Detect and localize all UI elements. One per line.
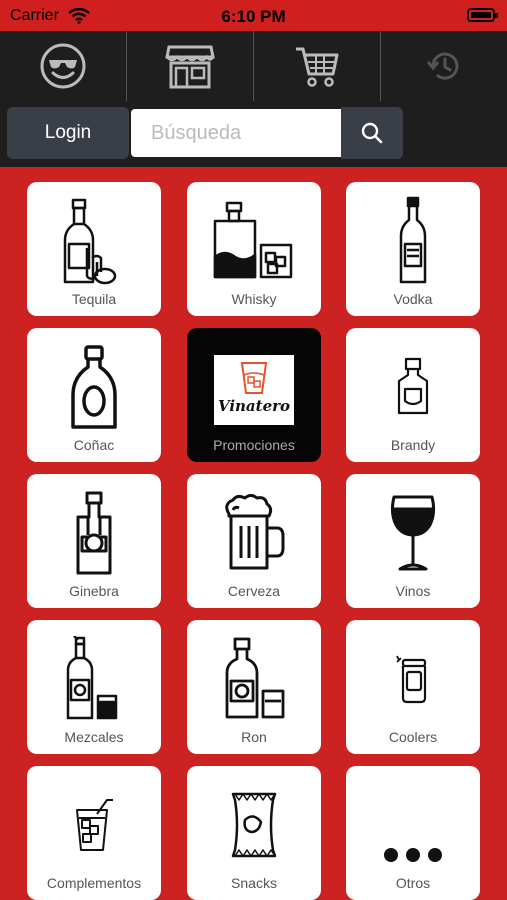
category-label: Coolers <box>388 729 438 745</box>
category-promociones[interactable]: Vinatero Promociones <box>187 328 321 462</box>
category-complementos[interactable]: Complementos <box>27 766 161 900</box>
category-brandy[interactable]: Brandy <box>346 328 480 462</box>
more-dots-icon <box>384 848 442 862</box>
logo-text: Vinatero <box>217 397 291 415</box>
category-otros[interactable]: Otros <box>346 766 480 900</box>
cocktail-icon <box>76 799 113 851</box>
category-vinos[interactable]: Vinos <box>346 474 480 608</box>
whisky-icon <box>213 201 293 279</box>
wine-icon <box>390 495 436 571</box>
beer-icon <box>225 494 285 570</box>
category-cerveza[interactable]: Cerveza <box>187 474 321 608</box>
category-label: Ginebra <box>69 583 119 599</box>
category-label: Cerveza <box>227 583 281 599</box>
smiley-sunglasses-icon <box>40 43 86 89</box>
status-bar: Carrier 6:10 PM <box>0 0 507 31</box>
category-tequila[interactable]: Tequila <box>27 182 161 316</box>
category-label: Whisky <box>231 291 277 307</box>
search-button[interactable] <box>341 107 403 159</box>
battery-icon <box>467 8 498 22</box>
category-vodka[interactable]: Vodka <box>346 182 480 316</box>
category-whisky[interactable]: Whisky <box>187 182 321 316</box>
top-nav <box>0 31 507 101</box>
cart-icon <box>296 47 339 87</box>
category-label: Tequila <box>71 291 117 307</box>
category-snacks[interactable]: Snacks <box>187 766 321 900</box>
category-cognac[interactable]: Coñac <box>27 328 161 462</box>
mezcal-icon <box>66 636 118 720</box>
category-label: Snacks <box>231 875 277 891</box>
cognac-icon <box>71 345 117 429</box>
history-icon <box>427 52 459 80</box>
brandy-icon <box>397 357 429 415</box>
category-label: Promociones <box>213 437 295 453</box>
category-mezcales[interactable]: Mezcales <box>27 620 161 754</box>
search-icon <box>361 122 383 144</box>
store-icon <box>165 45 215 89</box>
gin-icon <box>76 491 112 575</box>
search-input[interactable] <box>131 109 341 157</box>
vinatero-logo: Vinatero <box>214 355 294 425</box>
category-label: Otros <box>395 875 431 891</box>
category-label: Vodka <box>393 291 433 307</box>
category-label: Vinos <box>395 583 431 599</box>
category-label: Mezcales <box>64 729 124 745</box>
category-ginebra[interactable]: Ginebra <box>27 474 161 608</box>
nav-profile[interactable] <box>0 31 127 101</box>
search-bar: Login <box>0 101 507 167</box>
category-coolers[interactable]: Coolers <box>346 620 480 754</box>
nav-store[interactable] <box>127 31 254 101</box>
category-label: Complementos <box>46 875 142 891</box>
glass-icon <box>240 362 268 394</box>
vodka-icon <box>399 196 427 284</box>
clock: 6:10 PM <box>221 7 286 26</box>
category-label: Brandy <box>390 437 436 453</box>
nav-cart[interactable] <box>254 31 381 101</box>
login-button[interactable]: Login <box>7 107 129 159</box>
cooler-can-icon <box>396 655 427 704</box>
category-label: Ron <box>241 729 267 745</box>
category-ron[interactable]: Ron <box>187 620 321 754</box>
category-grid: Tequila Whisky Vodka Coñac Vinatero Prom… <box>0 167 507 900</box>
category-label: Coñac <box>73 437 115 453</box>
rum-icon <box>225 637 285 719</box>
nav-history[interactable] <box>381 31 507 101</box>
snacks-bag-icon <box>231 792 277 858</box>
tequila-icon <box>63 198 117 285</box>
